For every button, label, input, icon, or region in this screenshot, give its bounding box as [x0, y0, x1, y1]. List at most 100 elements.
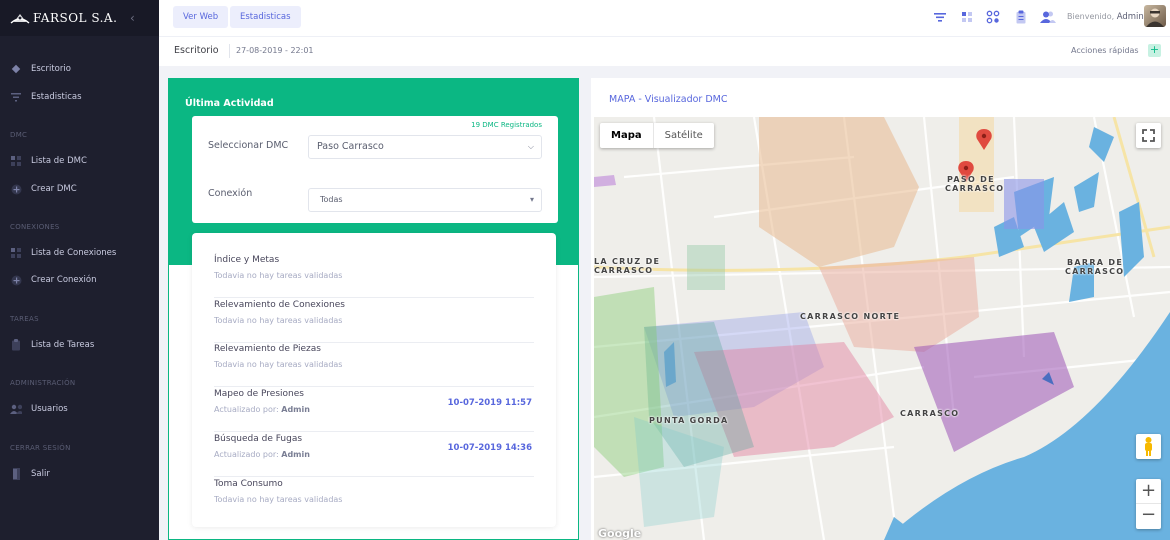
task-status: Actualizado por: Admin	[214, 405, 310, 414]
divider	[229, 44, 230, 58]
user-name: Admin	[1116, 12, 1144, 22]
caret-down-icon: ▾	[529, 195, 534, 204]
task-name: Toma Consumo	[214, 479, 283, 489]
map-label: BARRA DE	[1067, 258, 1124, 267]
task-status: Todavia no hay tareas validadas	[214, 316, 343, 325]
task-updated-by: Admin	[281, 450, 310, 459]
sidebar-item-salir[interactable]: Salir	[10, 466, 50, 482]
sidebar-item-crear-dmc[interactable]: Crear DMC	[10, 181, 77, 197]
sidebar-item-usuarios[interactable]: Usuarios	[10, 401, 68, 417]
datetime-text: 27-08-2019 - 22:01	[236, 46, 314, 55]
list-item[interactable]: Búsqueda de Fugas Actualizado por: Admin…	[214, 432, 534, 477]
grid-icon[interactable]	[960, 9, 974, 23]
sidebar-item-crear-conexion[interactable]: Crear Conexión	[10, 272, 96, 288]
dmc-select-label: Seleccionar DMC	[208, 140, 289, 151]
filter-icon[interactable]	[933, 9, 947, 23]
section-title-tareas: TAREAS	[10, 315, 39, 323]
task-updated-by: Admin	[281, 405, 310, 414]
welcome-label: Bienvenido,	[1067, 12, 1115, 21]
zoom-control: + −	[1136, 479, 1161, 529]
clipboard-icon[interactable]	[1014, 9, 1028, 24]
sidebar-item-label: Crear DMC	[31, 184, 77, 194]
google-logo: Google	[598, 527, 642, 540]
task-date: 10-07-2019 14:36	[447, 443, 532, 453]
avatar[interactable]	[1144, 5, 1166, 27]
map-label: CARRASCO	[945, 184, 1005, 193]
section-title-administracion: ADMINISTRACIÓN	[10, 379, 76, 387]
task-name: Relevamiento de Conexiones	[214, 300, 345, 310]
dmc-count: 19 DMC Registrados	[471, 121, 542, 129]
task-name: Búsqueda de Fugas	[214, 434, 303, 444]
fullscreen-icon	[1142, 129, 1155, 142]
quick-actions-button[interactable]: +	[1148, 44, 1161, 57]
users-icon	[10, 403, 22, 415]
map-type-map-button[interactable]: Mapa	[600, 123, 654, 148]
connection-select-label: Conexión	[208, 188, 253, 199]
map-label: CARRASCO	[900, 409, 960, 418]
list-item[interactable]: Índice y Metas Todavia no hay tareas val…	[214, 253, 534, 298]
map-label: PUNTA GORDA	[649, 416, 729, 425]
sidebar-item-label: Lista de Conexiones	[31, 248, 117, 258]
list-item[interactable]: Mapeo de Presiones Actualizado por: Admi…	[214, 387, 534, 432]
brand[interactable]: FARSOL S.A. ‹	[0, 0, 159, 36]
filter-icon	[10, 91, 22, 103]
sidebar: FARSOL S.A. ‹ Escritorio Estadisticas DM…	[0, 0, 159, 540]
task-list: Índice y Metas Todavia no hay tareas val…	[192, 233, 556, 527]
list-item[interactable]: Toma Consumo Todavia no hay tareas valid…	[214, 477, 534, 522]
sidebar-item-label: Crear Conexión	[31, 275, 97, 285]
nodes-icon[interactable]	[986, 9, 1000, 24]
dmc-select[interactable]: Paso Carrasco ⌵	[308, 135, 542, 159]
dmc-select-value: Paso Carrasco	[317, 141, 384, 152]
estadisticas-button[interactable]: Estadisticas	[230, 6, 301, 28]
task-name: Mapeo de Presiones	[214, 389, 304, 399]
quick-actions-label[interactable]: Acciones rápidas	[1071, 46, 1139, 55]
map-title: MAPA - Visualizador DMC	[609, 94, 728, 105]
task-status: Actualizado por: Admin	[214, 450, 310, 459]
sidebar-item-label: Usuarios	[31, 404, 68, 414]
zoom-out-button[interactable]: −	[1136, 504, 1161, 529]
chevron-left-icon[interactable]: ‹	[130, 11, 135, 25]
list-item[interactable]: Relevamiento de Conexiones Todavia no ha…	[214, 298, 534, 343]
map-canvas[interactable]: PASO DE CARRASCO LA CRUZ DE CARRASCO BAR…	[594, 117, 1170, 540]
sidebar-item-lista-conexiones[interactable]: Lista de Conexiones	[10, 245, 116, 261]
list-item[interactable]: Relevamiento de Piezas Todavia no hay ta…	[214, 342, 534, 387]
pegman-icon	[1145, 437, 1152, 456]
subheader: Escritorio 27-08-2019 - 22:01 Acciones r…	[159, 36, 1170, 66]
map-label: CARRASCO	[594, 266, 654, 275]
ver-web-button[interactable]: Ver Web	[173, 6, 229, 28]
users-icon[interactable]	[1040, 9, 1056, 23]
sidebar-item-lista-dmc[interactable]: Lista de DMC	[10, 153, 87, 169]
clipboard-icon	[10, 339, 22, 351]
welcome-text: Bienvenido, Admin	[1067, 12, 1144, 22]
map-drawing	[594, 117, 1170, 540]
sidebar-item-label: Escritorio	[31, 64, 71, 74]
task-status-label: Actualizado por:	[214, 405, 279, 414]
sidebar-item-escritorio[interactable]: Escritorio	[10, 61, 71, 77]
activity-title: Última Actividad	[185, 98, 274, 109]
task-status: Todavia no hay tareas validadas	[214, 271, 343, 280]
grid-icon	[10, 155, 22, 167]
map-type-satellite-button[interactable]: Satélite	[654, 123, 714, 148]
street-view-pegman[interactable]	[1136, 434, 1161, 459]
sidebar-item-label: Lista de DMC	[31, 156, 87, 166]
sidebar-item-label: Lista de Tareas	[31, 340, 95, 350]
plus-circle-icon	[10, 274, 22, 286]
sidebar-item-lista-tareas[interactable]: Lista de Tareas	[10, 337, 94, 353]
fullscreen-button[interactable]	[1136, 123, 1161, 148]
sidebar-item-label: Estadisticas	[31, 92, 82, 102]
task-date: 10-07-2019 11:57	[447, 398, 532, 408]
map-type-control: Mapa Satélite	[600, 123, 714, 148]
map-label: CARRASCO NORTE	[800, 312, 901, 321]
filter-card: 19 DMC Registrados Seleccionar DMC Paso …	[192, 116, 558, 223]
task-name: Índice y Metas	[214, 255, 280, 265]
sidebar-item-label: Salir	[31, 469, 50, 479]
connection-select[interactable]: Todas ▾	[308, 188, 542, 212]
sidebar-item-estadisticas[interactable]: Estadisticas	[10, 89, 82, 105]
map-label: PASO DE	[947, 175, 995, 184]
page-title: Escritorio	[174, 45, 219, 56]
logo-icon	[10, 11, 30, 25]
chevron-down-icon: ⌵	[527, 142, 534, 151]
task-status-label: Actualizado por:	[214, 450, 279, 459]
zoom-in-button[interactable]: +	[1136, 479, 1161, 504]
door-icon	[10, 468, 22, 480]
